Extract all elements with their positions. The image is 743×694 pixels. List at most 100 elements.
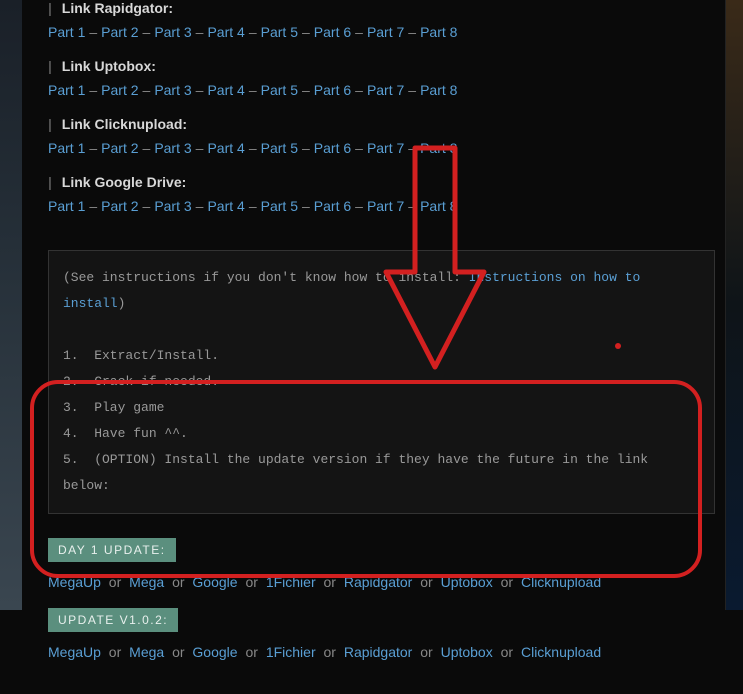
separator-dash: – [408,24,416,40]
pipe-icon: | [48,116,52,132]
update-host-link[interactable]: Rapidgator [344,574,413,590]
separator-dash: – [355,198,363,214]
link-section-title: Link Rapidgator: [58,0,173,16]
update-host-link[interactable]: Mega [129,644,164,660]
separator-dash: – [408,198,416,214]
separator-dash: – [355,24,363,40]
link-section-header: | Link Clicknupload: [48,116,715,132]
separator-dash: – [302,198,310,214]
part-link[interactable]: Part 7 [367,82,404,98]
instructions-post: ) [118,296,126,311]
part-link[interactable]: Part 4 [207,82,244,98]
update-host-link[interactable]: Uptobox [441,574,493,590]
part-link[interactable]: Part 5 [261,140,298,156]
part-link[interactable]: Part 3 [154,198,191,214]
separator-or: or [416,574,436,590]
link-section: | Link Google Drive:Part 1–Part 2–Part 3… [48,174,715,214]
instruction-step: 1. Extract/Install. [63,343,700,369]
update-links-row: MegaUp or Mega or Google or 1Fichier or … [48,574,715,590]
left-background-strip [0,0,22,610]
separator-or: or [242,574,262,590]
link-section-header: | Link Uptobox: [48,58,715,74]
part-link[interactable]: Part 1 [48,140,85,156]
part-link[interactable]: Part 5 [261,24,298,40]
separator-or: or [168,644,188,660]
separator-or: or [168,574,188,590]
separator-or: or [497,644,517,660]
separator-dash: – [355,140,363,156]
update-host-link[interactable]: MegaUp [48,644,101,660]
update-links-row: MegaUp or Mega or Google or 1Fichier or … [48,644,715,660]
part-link[interactable]: Part 2 [101,198,138,214]
pipe-icon: | [48,0,52,16]
separator-dash: – [196,82,204,98]
instructions-intro: (See instructions if you don't know how … [63,265,700,317]
update-host-link[interactable]: Clicknupload [521,644,601,660]
separator-dash: – [143,24,151,40]
part-link[interactable]: Part 8 [420,82,457,98]
pipe-icon: | [48,174,52,190]
separator-dash: – [249,198,257,214]
separator-dash: – [302,24,310,40]
part-link[interactable]: Part 3 [154,82,191,98]
instruction-step: 4. Have fun ^^. [63,421,700,447]
part-link[interactable]: Part 2 [101,82,138,98]
separator-or: or [105,574,125,590]
update-label: DAY 1 UPDATE: [48,538,176,562]
part-link[interactable]: Part 5 [261,198,298,214]
update-host-link[interactable]: Google [192,574,237,590]
separator-or: or [242,644,262,660]
update-host-link[interactable]: Uptobox [441,644,493,660]
update-host-link[interactable]: Rapidgator [344,644,413,660]
part-link[interactable]: Part 4 [207,140,244,156]
instruction-step: 5. (OPTION) Install the update version i… [63,447,700,499]
part-link[interactable]: Part 8 [420,198,457,214]
link-section-header: | Link Google Drive: [48,174,715,190]
separator-dash: – [89,140,97,156]
update-host-link[interactable]: Mega [129,574,164,590]
update-host-link[interactable]: Clicknupload [521,574,601,590]
part-link[interactable]: Part 1 [48,198,85,214]
part-link[interactable]: Part 3 [154,24,191,40]
part-link[interactable]: Part 4 [207,24,244,40]
update-host-link[interactable]: MegaUp [48,574,101,590]
part-link[interactable]: Part 7 [367,24,404,40]
part-link[interactable]: Part 6 [314,140,351,156]
separator-dash: – [143,140,151,156]
part-link[interactable]: Part 8 [420,24,457,40]
update-host-link[interactable]: 1Fichier [266,574,316,590]
separator-dash: – [89,24,97,40]
separator-dash: – [302,82,310,98]
part-links-row: Part 1–Part 2–Part 3–Part 4–Part 5–Part … [48,198,715,214]
separator-dash: – [196,198,204,214]
separator-dash: – [143,198,151,214]
separator-or: or [416,644,436,660]
link-section-title: Link Google Drive: [58,174,186,190]
separator-dash: – [302,140,310,156]
part-link[interactable]: Part 6 [314,198,351,214]
part-link[interactable]: Part 1 [48,24,85,40]
separator-dash: – [249,140,257,156]
part-link[interactable]: Part 6 [314,82,351,98]
part-link[interactable]: Part 7 [367,198,404,214]
part-link[interactable]: Part 2 [101,24,138,40]
update-host-link[interactable]: 1Fichier [266,644,316,660]
instruction-step: 2. Crack if needed. [63,369,700,395]
separator-dash: – [408,82,416,98]
part-link[interactable]: Part 7 [367,140,404,156]
updates-block: DAY 1 UPDATE: MegaUp or Mega or Google or… [48,534,715,660]
part-link[interactable]: Part 4 [207,198,244,214]
separator-or: or [320,574,340,590]
main-content: | Link Rapidgator:Part 1–Part 2–Part 3–P… [0,0,715,694]
part-link[interactable]: Part 5 [261,82,298,98]
instructions-blank [63,317,700,343]
update-host-link[interactable]: Google [192,644,237,660]
part-link[interactable]: Part 8 [420,140,457,156]
part-link[interactable]: Part 1 [48,82,85,98]
part-links-row: Part 1–Part 2–Part 3–Part 4–Part 5–Part … [48,82,715,98]
part-link[interactable]: Part 3 [154,140,191,156]
part-link[interactable]: Part 2 [101,140,138,156]
separator-dash: – [89,82,97,98]
part-link[interactable]: Part 6 [314,24,351,40]
update-label: UPDATE V1.0.2: [48,608,178,632]
